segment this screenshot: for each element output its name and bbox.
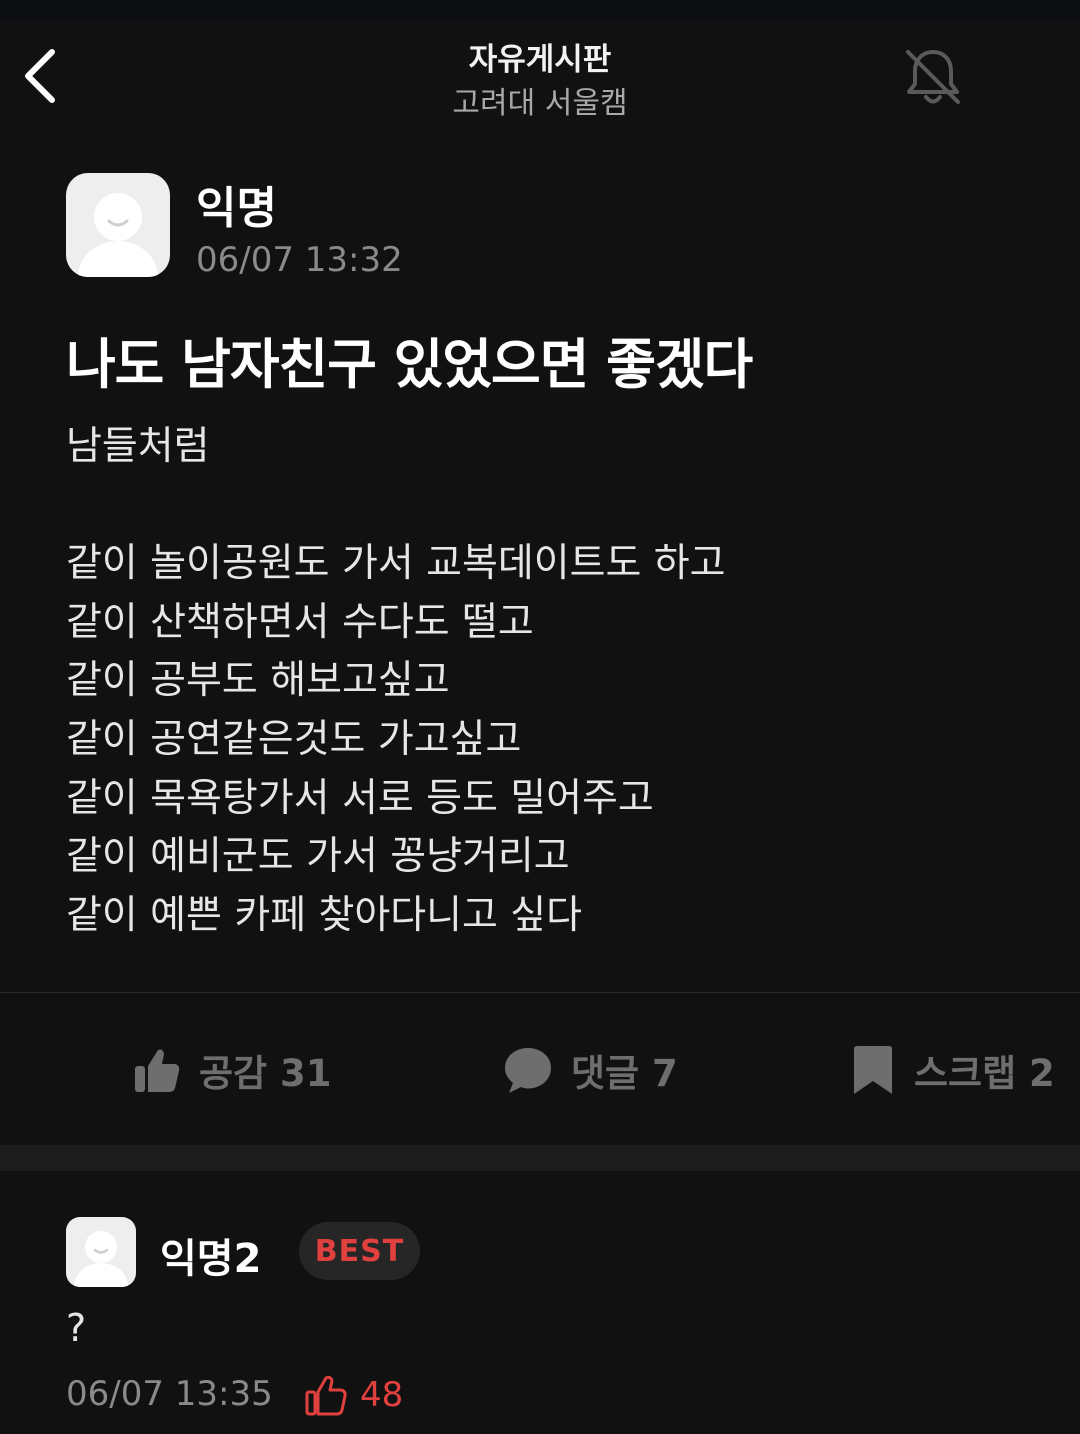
post-timestamp: 06/07 13:32 — [196, 240, 403, 280]
body-line: 남들처럼 — [66, 424, 210, 469]
comment-count-label: 댓글 7 — [571, 1052, 678, 1095]
best-badge: BEST — [299, 1222, 420, 1280]
notification-toggle-button[interactable] — [896, 40, 970, 114]
comment-text: ? — [66, 1306, 87, 1350]
body-line: 같이 예비군도 가서 꽁냥거리고 — [66, 834, 570, 880]
header: 자유게시판 고려대 서울캠 — [0, 22, 1080, 132]
thumbs-up-icon — [133, 1046, 181, 1094]
post-body: 남들처럼 같이 놀이공원도 가서 교복데이트도 하고 같이 산책하면서 수다도 … — [66, 418, 1026, 945]
status-bar-strip — [0, 0, 1080, 22]
comment-author-avatar — [66, 1217, 136, 1287]
scrap-count-label: 스크랩 2 — [914, 1052, 1055, 1095]
body-line: 같이 산책하면서 수다도 떨고 — [66, 599, 534, 645]
body-line — [66, 477, 1026, 536]
like-button[interactable]: 공감 31 — [133, 1030, 331, 1110]
scrap-button[interactable]: 스크랩 2 — [850, 1030, 1055, 1110]
default-avatar-icon — [78, 193, 158, 277]
bell-off-icon — [906, 50, 960, 104]
comment-timestamp: 06/07 13:35 — [66, 1374, 273, 1414]
post-actions: 공감 31 댓글 7 스크랩 2 — [0, 1030, 1080, 1110]
thumbs-up-outline-icon — [304, 1373, 348, 1417]
body-line: 같이 놀이공원도 가서 교복데이트도 하고 — [66, 541, 726, 587]
default-avatar-icon — [74, 1231, 128, 1287]
comment-author-name: 익명2 — [160, 1236, 262, 1282]
comment-like-button[interactable]: 48 — [304, 1372, 403, 1418]
comment-like-count: 48 — [360, 1375, 404, 1415]
author-name: 익명 — [196, 183, 277, 234]
like-count-label: 공감 31 — [199, 1052, 332, 1095]
speech-bubble-icon — [503, 1045, 553, 1095]
divider — [0, 992, 1080, 993]
post-title: 나도 남자친구 있었으면 좋겠다 — [66, 333, 753, 396]
bookmark-icon — [850, 1045, 896, 1095]
body-line: 같이 공연같은것도 가고싶고 — [66, 716, 522, 762]
section-separator — [0, 1145, 1080, 1171]
comment-button[interactable]: 댓글 7 — [503, 1030, 678, 1110]
body-line: 같이 예쁜 카페 찾아다니고 싶다 — [66, 892, 583, 938]
body-line: 같이 공부도 해보고싶고 — [66, 658, 450, 704]
body-line: 같이 목욕탕가서 서로 등도 밀어주고 — [66, 775, 654, 821]
author-avatar — [66, 173, 170, 277]
